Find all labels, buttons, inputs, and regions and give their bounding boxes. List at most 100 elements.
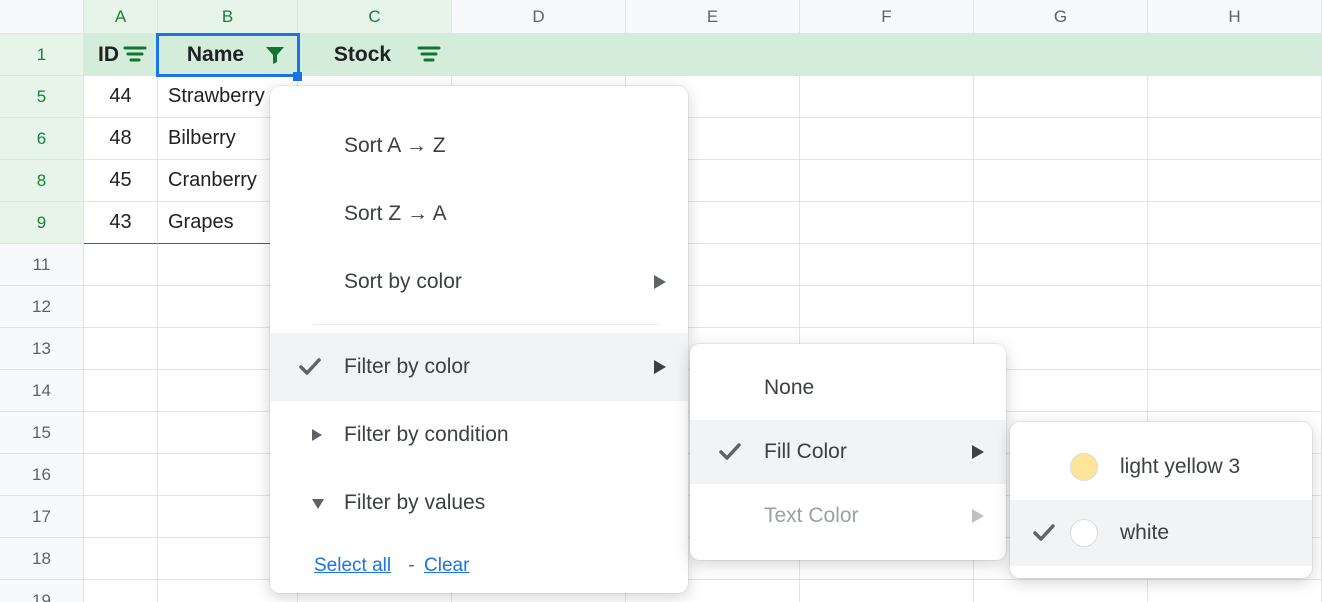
cell[interactable] <box>84 454 158 496</box>
cell[interactable] <box>974 580 1148 602</box>
row-header[interactable]: 16 <box>0 454 84 496</box>
filter-icon[interactable] <box>417 43 441 67</box>
filter-menu: Sort A → Z Sort Z → A Sort by color Filt… <box>270 86 688 593</box>
selection-handle[interactable] <box>293 72 302 81</box>
cell[interactable] <box>1148 76 1322 118</box>
cell[interactable] <box>1148 118 1322 160</box>
sort-by-color-item[interactable]: Sort by color <box>270 248 688 316</box>
header-cell-stock[interactable]: Stock <box>298 34 452 76</box>
cell[interactable] <box>974 202 1148 244</box>
cell[interactable] <box>1148 244 1322 286</box>
header-cell-name[interactable]: Name <box>158 34 298 76</box>
clear-link[interactable]: Clear <box>424 555 469 576</box>
header-label-id: ID <box>94 43 123 67</box>
color-swatch-icon <box>1070 453 1098 481</box>
text-color-item[interactable]: Text Color <box>690 484 1006 548</box>
cell[interactable] <box>452 34 626 76</box>
check-icon <box>298 355 322 379</box>
fill-color-item[interactable]: Fill Color <box>690 420 1006 484</box>
cell[interactable] <box>626 34 800 76</box>
col-header-F[interactable]: F <box>800 0 974 34</box>
cell[interactable] <box>800 118 974 160</box>
column-header-row: A B C D E F G H <box>0 0 1322 34</box>
row-header[interactable]: 14 <box>0 370 84 412</box>
row-header[interactable]: 8 <box>0 160 84 202</box>
filter-by-values-item[interactable]: Filter by values <box>270 469 688 537</box>
cell[interactable] <box>1148 202 1322 244</box>
cell[interactable] <box>1148 34 1322 76</box>
row-header[interactable]: 15 <box>0 412 84 454</box>
cell[interactable] <box>974 118 1148 160</box>
cell[interactable] <box>1148 580 1322 602</box>
row-header[interactable]: 18 <box>0 538 84 580</box>
cell[interactable] <box>974 244 1148 286</box>
cell[interactable] <box>800 34 974 76</box>
funnel-icon[interactable] <box>263 43 287 67</box>
none-item[interactable]: None <box>690 356 1006 420</box>
row-header[interactable]: 13 <box>0 328 84 370</box>
row-header[interactable]: 6 <box>0 118 84 160</box>
cell[interactable] <box>974 76 1148 118</box>
color-option-white[interactable]: white <box>1010 500 1312 566</box>
row-header[interactable]: 17 <box>0 496 84 538</box>
cell[interactable] <box>800 580 974 602</box>
triangle-down-icon <box>312 491 324 515</box>
cell[interactable] <box>1148 328 1322 370</box>
col-header-B[interactable]: B <box>158 0 298 34</box>
cell[interactable] <box>974 160 1148 202</box>
filter-by-color-item[interactable]: Filter by color <box>270 333 688 401</box>
cell[interactable] <box>84 580 158 602</box>
cell[interactable] <box>84 370 158 412</box>
col-header-D[interactable]: D <box>452 0 626 34</box>
table-header-row: 1 ID Name Stock <box>0 34 1322 76</box>
menu-label: Text Color <box>764 504 859 528</box>
col-header-C[interactable]: C <box>298 0 452 34</box>
filter-by-condition-item[interactable]: Filter by condition <box>270 401 688 469</box>
cell[interactable] <box>1148 160 1322 202</box>
row-header-1[interactable]: 1 <box>0 34 84 76</box>
menu-label: Filter by color <box>344 355 470 379</box>
cell[interactable] <box>800 244 974 286</box>
cell[interactable] <box>974 286 1148 328</box>
color-option-light-yellow-3[interactable]: light yellow 3 <box>1010 434 1312 500</box>
cell[interactable] <box>974 34 1148 76</box>
cell[interactable] <box>800 160 974 202</box>
row-header[interactable]: 9 <box>0 202 84 244</box>
fill-color-options-menu: light yellow 3 white <box>1010 422 1312 578</box>
cell-id[interactable]: 48 <box>84 118 158 160</box>
cell-id[interactable]: 45 <box>84 160 158 202</box>
col-header-E[interactable]: E <box>626 0 800 34</box>
col-header-A[interactable]: A <box>84 0 158 34</box>
cell[interactable] <box>1148 286 1322 328</box>
cell[interactable] <box>84 328 158 370</box>
row-header[interactable]: 5 <box>0 76 84 118</box>
cell[interactable] <box>84 244 158 286</box>
menu-label: Filter by condition <box>344 423 509 447</box>
header-cell-id[interactable]: ID <box>84 34 158 76</box>
select-all-corner[interactable] <box>0 0 84 34</box>
color-label: light yellow 3 <box>1120 455 1240 479</box>
select-all-link[interactable]: Select all <box>314 555 391 576</box>
row-header[interactable]: 19 <box>0 580 84 602</box>
menu-label: Filter by values <box>344 491 485 515</box>
sort-za-item[interactable]: Sort Z → A <box>270 180 688 248</box>
cell[interactable] <box>800 286 974 328</box>
cell[interactable] <box>84 286 158 328</box>
cell[interactable] <box>800 76 974 118</box>
cell[interactable] <box>84 538 158 580</box>
cell[interactable] <box>84 412 158 454</box>
col-header-H[interactable]: H <box>1148 0 1322 34</box>
cell[interactable] <box>800 202 974 244</box>
row-header[interactable]: 11 <box>0 244 84 286</box>
menu-separator <box>314 324 660 325</box>
row-header[interactable]: 12 <box>0 286 84 328</box>
check-icon <box>1032 521 1056 545</box>
cell[interactable] <box>1148 370 1322 412</box>
sort-az-item[interactable]: Sort A → Z <box>270 112 688 180</box>
cell-id[interactable]: 43 <box>84 202 158 244</box>
filter-icon[interactable] <box>123 43 147 67</box>
menu-label: Fill Color <box>764 440 847 464</box>
col-header-G[interactable]: G <box>974 0 1148 34</box>
cell-id[interactable]: 44 <box>84 76 158 118</box>
cell[interactable] <box>84 496 158 538</box>
